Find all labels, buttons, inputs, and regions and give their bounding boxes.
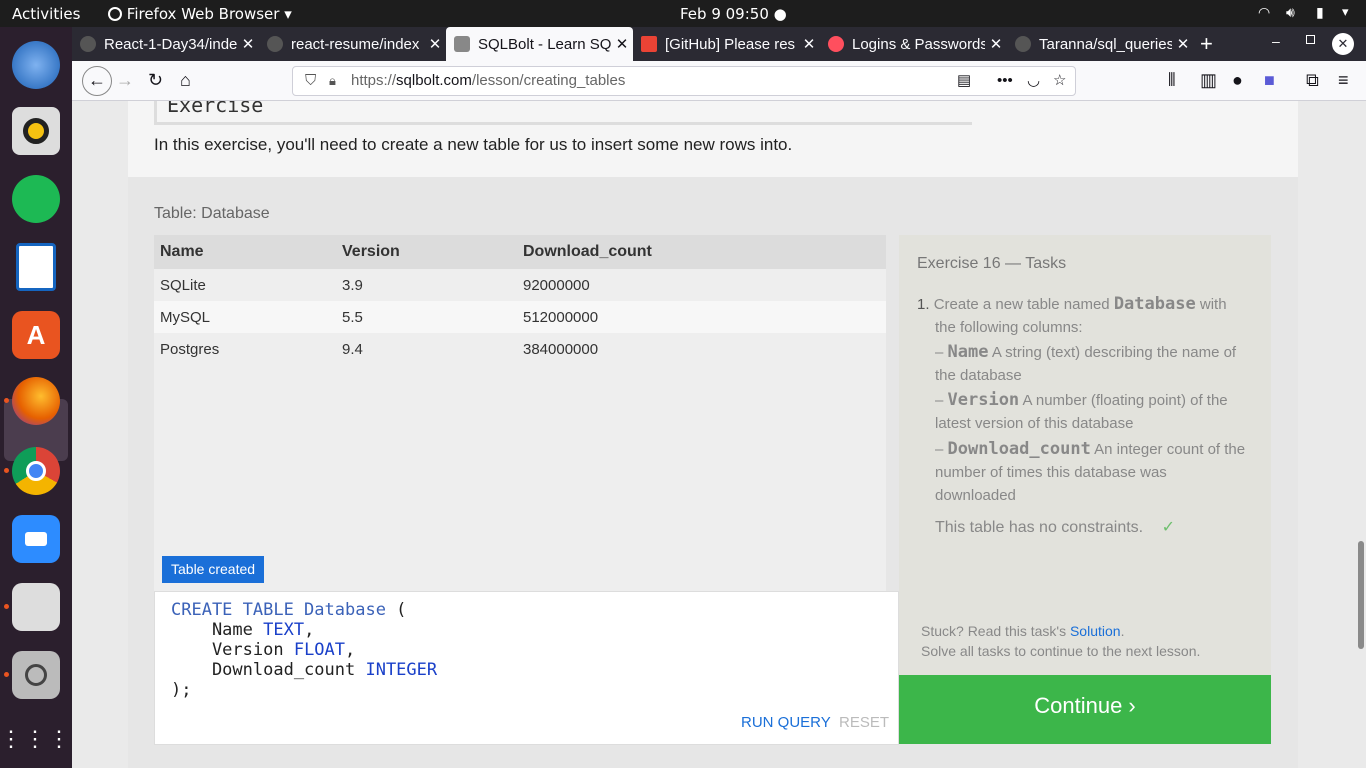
rhythmbox-icon[interactable]	[12, 107, 60, 155]
zoom-icon[interactable]	[12, 515, 60, 563]
checkmark-icon: ✓	[1161, 519, 1175, 536]
tab[interactable]: React-1-Day34/index ✕	[72, 27, 259, 61]
libreoffice-writer-icon[interactable]	[16, 243, 56, 291]
running-indicator	[4, 672, 9, 677]
url-bar[interactable]: ⛉ 🔒︎ https://sqlbolt.com/lesson/creating…	[292, 66, 1076, 96]
bookmark-star-icon[interactable]: ☆	[1053, 67, 1066, 95]
activities-button[interactable]: Activities	[12, 5, 80, 23]
exercise-heading: Exercise	[154, 101, 972, 125]
continue-button[interactable]: Continue ›	[899, 675, 1271, 744]
column-header: Download_count	[523, 243, 652, 260]
table-label: Table: Database	[154, 205, 270, 222]
tab[interactable]: Taranna/sql_queries ✕	[1007, 27, 1194, 61]
tasks-title: Exercise 16 — Tasks	[917, 255, 1067, 272]
battery-icon[interactable]: ▮	[1316, 5, 1324, 21]
tab-bar: React-1-Day34/index ✕ react-resume/index ✕…	[72, 27, 1366, 61]
table-row: Postgres 9.4 384000000	[160, 341, 599, 358]
running-indicator	[4, 398, 9, 403]
close-icon[interactable]: ✕	[798, 35, 820, 53]
show-applications-icon[interactable]: ⋮⋮⋮	[0, 715, 70, 763]
forward-icon[interactable]: →	[116, 70, 134, 90]
column-header: Version	[342, 243, 400, 260]
pocket-icon[interactable]: ◡	[1027, 67, 1040, 95]
tab-active[interactable]: SQLBolt - Learn SQL ✕	[446, 27, 633, 61]
wifi-icon[interactable]: ◠	[1258, 5, 1270, 21]
close-icon[interactable]: ✕	[611, 35, 633, 53]
tasks-panel: Exercise 16 — Tasks 1. Create a new tabl…	[899, 235, 1271, 675]
results-table: Name Version Download_count SQLite 3.9 9…	[154, 235, 886, 591]
task-item: 1. Create a new table named Database wit…	[917, 294, 1227, 314]
window-close-icon[interactable]: ✕	[1332, 33, 1354, 55]
sidebar-icon[interactable]: ▥	[1200, 70, 1217, 90]
lock-icon[interactable]: 🔒︎	[329, 67, 336, 95]
lockwise-icon	[828, 36, 844, 52]
column-spec: – Name A string (text) describing the na…	[935, 342, 1237, 362]
running-indicator	[4, 604, 9, 609]
scrollbar-thumb[interactable]	[1358, 541, 1364, 649]
scrollbar[interactable]	[1356, 101, 1366, 768]
github-icon	[80, 36, 96, 52]
close-icon[interactable]: ✕	[1172, 35, 1194, 53]
github-icon	[267, 36, 283, 52]
maximize-icon[interactable]	[1306, 35, 1315, 44]
close-icon[interactable]: ✕	[424, 35, 446, 53]
tab[interactable]: react-resume/index ✕	[259, 27, 446, 61]
status-badge: Table created	[162, 556, 265, 583]
column-header: Name	[160, 243, 204, 260]
zoom-extension-icon[interactable]: ■	[1264, 70, 1275, 90]
system-menu-chevron-icon[interactable]: ▾	[1342, 5, 1349, 20]
tab[interactable]: [GitHub] Please res ✕	[633, 27, 820, 61]
reload-icon[interactable]: ↻	[148, 70, 163, 90]
spotify-icon[interactable]	[12, 175, 60, 223]
gmail-icon	[641, 36, 657, 52]
table-row: MySQL 5.5 512000000	[154, 301, 886, 333]
home-icon[interactable]: ⌂	[180, 70, 191, 90]
run-query-button[interactable]: RUN QUERY	[741, 714, 831, 731]
ubuntu-software-icon[interactable]: A	[12, 311, 60, 359]
tab[interactable]: Logins & Passwords ✕	[820, 27, 1007, 61]
extensions-icon[interactable]: ⧉	[1306, 70, 1319, 90]
firefox-icon	[108, 7, 122, 21]
sql-code[interactable]: CREATE TABLE Database ( Name TEXT, Versi…	[171, 600, 437, 700]
solution-link[interactable]: Solution	[1070, 623, 1121, 639]
table-row: SQLite 3.9 92000000	[160, 277, 590, 294]
thunderbird-icon[interactable]	[12, 41, 60, 89]
volume-icon[interactable]: 🔊︎	[1286, 5, 1295, 21]
task-item: This table has no constraints. ✓	[935, 519, 1175, 536]
reset-button[interactable]: RESET	[839, 714, 889, 731]
chevron-down-icon: ▾	[284, 5, 292, 23]
menu-icon[interactable]: ≡	[1338, 70, 1349, 90]
firefox-dock-icon[interactable]	[12, 377, 60, 425]
table-header: Name Version Download_count	[154, 235, 886, 269]
github-icon	[1015, 36, 1031, 52]
close-icon[interactable]: ✕	[237, 35, 259, 53]
ubuntu-dock: A ⋮⋮⋮	[0, 27, 72, 768]
screenshot-icon[interactable]	[12, 651, 60, 699]
reader-view-icon[interactable]: ▤	[957, 67, 971, 95]
app-menu[interactable]: Firefox Web Browser ▾	[108, 5, 292, 23]
stuck-hint: Stuck? Read this task's Solution. Solve …	[921, 623, 1201, 659]
files-icon[interactable]	[12, 583, 60, 631]
database-icon	[454, 36, 470, 52]
navigation-toolbar: ← → ↻ ⌂ ⛉ 🔒︎ https://sqlbolt.com/lesson/…	[72, 61, 1366, 101]
minimize-icon[interactable]: –	[1272, 33, 1280, 49]
chrome-icon[interactable]	[12, 447, 60, 495]
column-spec: – Download_count An integer count of the	[935, 439, 1246, 459]
notification-dot-icon: ●	[773, 5, 787, 23]
close-icon[interactable]: ✕	[985, 35, 1007, 53]
library-icon[interactable]: ⫴	[1168, 70, 1176, 90]
column-spec: – Version A number (floating point) of t…	[935, 390, 1228, 410]
back-icon[interactable]: ←	[82, 66, 112, 96]
sql-editor[interactable]: CREATE TABLE Database ( Name TEXT, Versi…	[154, 591, 899, 745]
page-actions-icon[interactable]: •••	[997, 67, 1013, 95]
exercise-intro: In this exercise, you'll need to create …	[154, 135, 793, 154]
running-indicator	[4, 468, 9, 473]
new-tab-icon[interactable]: +	[1200, 31, 1213, 57]
account-icon[interactable]: ●	[1232, 70, 1243, 90]
page-content: Exercise In this exercise, you'll need t…	[72, 101, 1356, 768]
clock[interactable]: Feb 9 09:50 ●	[680, 5, 787, 23]
shield-icon[interactable]: ⛉	[305, 67, 316, 95]
system-top-bar: Activities Firefox Web Browser ▾ Feb 9 0…	[0, 0, 1366, 27]
